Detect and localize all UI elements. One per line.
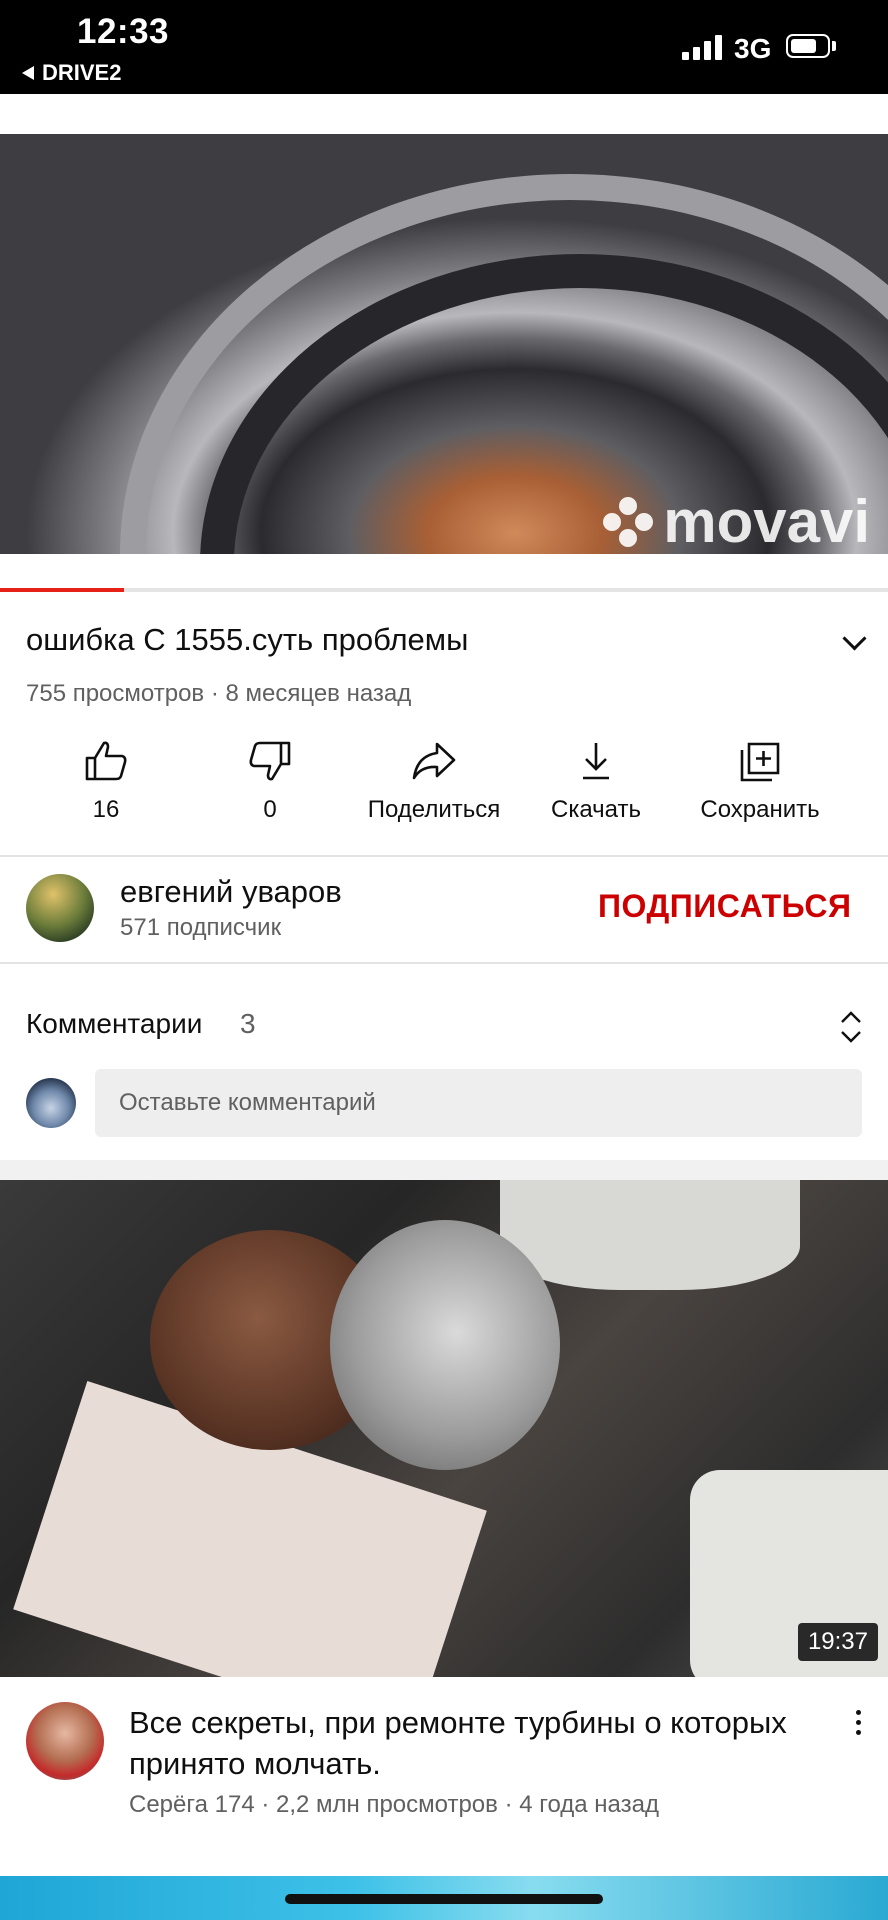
thumbnail-detail [500,1180,800,1290]
more-options-icon[interactable] [856,1710,862,1740]
watermark: movavi [603,487,870,554]
expand-comments-icon[interactable] [838,1010,864,1044]
download-label: Скачать [551,796,641,823]
recommended-video-thumbnail[interactable]: 19:37 [0,1180,888,1677]
expand-description-icon[interactable] [842,626,867,651]
comments-title[interactable]: Комментарии [26,1008,202,1040]
video-meta: 755 просмотров · 8 месяцев назад [26,680,412,707]
divider [0,962,888,964]
recommended-video-title[interactable]: Все секреты, при ремонте турбины о котор… [129,1702,809,1784]
thumbs-down-icon [249,741,291,781]
video-player[interactable]: movavi [0,134,888,554]
dislike-button[interactable]: 0 [190,740,350,824]
like-button[interactable]: 16 [26,740,186,824]
comments-count: 3 [240,1008,256,1039]
network-type: 3G [734,33,772,64]
video-title[interactable]: ошибка С 1555.суть проблемы [26,622,468,658]
thumbs-up-icon [85,741,127,781]
share-button[interactable]: Поделиться [354,740,514,824]
status-bar: 12:33 DRIVE2 3G [0,0,888,94]
download-button[interactable]: Скачать [516,740,676,824]
comment-input[interactable]: Оставьте комментарий [95,1069,862,1137]
back-app-label: DRIVE2 [42,60,122,85]
share-icon [412,742,456,780]
user-avatar [26,1078,76,1128]
subscribe-button[interactable]: ПОДПИСАТЬСЯ [598,888,851,925]
save-button[interactable]: Сохранить [680,740,840,824]
thumbnail-detail [330,1220,560,1470]
video-duration-badge: 19:37 [797,1623,878,1661]
back-arrow-icon [22,66,34,80]
back-to-app-link[interactable]: DRIVE2 [22,60,121,86]
status-time: 12:33 [77,12,170,51]
video-progress-bar[interactable] [0,588,888,592]
battery-icon [786,34,830,58]
share-label: Поделиться [367,796,501,823]
channel-name[interactable]: евгений уваров [120,874,342,910]
like-count: 16 [92,796,120,823]
recommended-channel-avatar[interactable] [26,1702,104,1780]
video-progress-fill [0,588,125,592]
home-indicator[interactable] [285,1894,603,1904]
recommended-video-meta: Серёга 174 · 2,2 млн просмотров · 4 года… [129,1791,659,1818]
section-separator [0,1160,888,1180]
battery-cap [832,41,836,51]
movavi-logo-icon [603,496,654,547]
battery-fill [791,39,817,53]
action-bar: 16 0 Поделиться Скачать Сохранить [24,740,864,830]
channel-subscriber-count: 571 подписчик [120,914,282,941]
dislike-count: 0 [263,796,277,823]
channel-avatar[interactable] [26,874,94,942]
save-label: Сохранить [700,796,820,823]
watermark-text: movavi [663,488,870,554]
save-playlist-icon [740,742,780,782]
signal-strength-icon [682,34,722,60]
download-icon [583,743,609,780]
divider [0,855,888,857]
